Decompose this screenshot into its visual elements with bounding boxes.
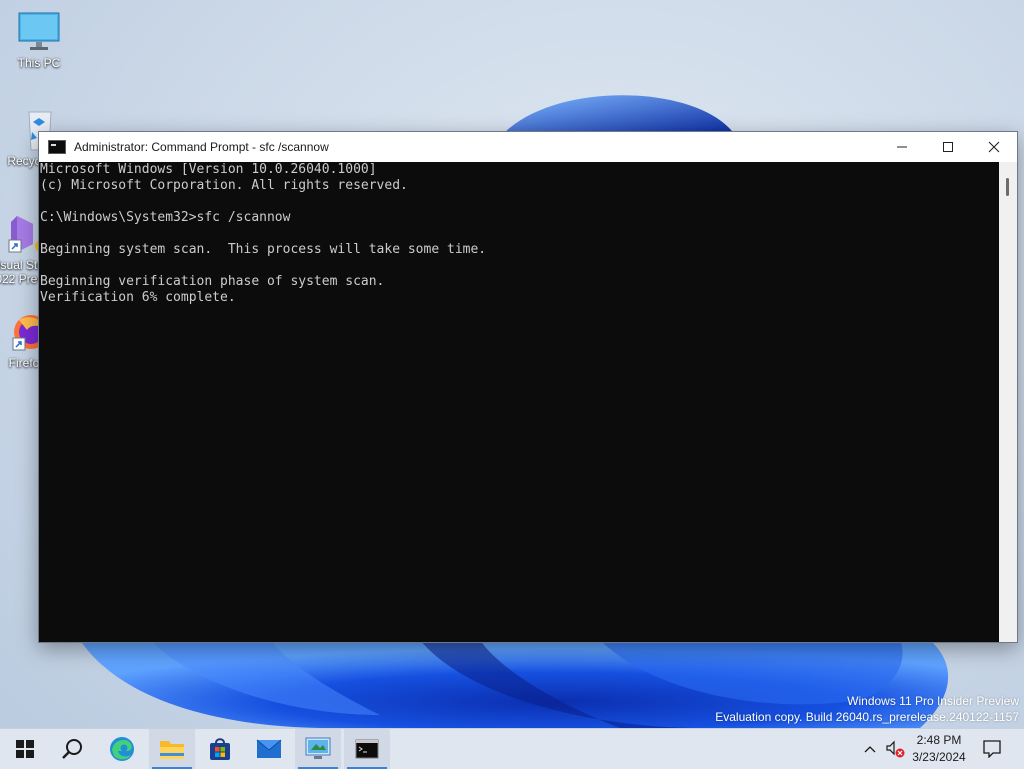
notification-icon <box>983 740 1001 758</box>
command-prompt-icon <box>48 140 66 154</box>
console-line: Beginning system scan. This process will… <box>40 242 487 257</box>
system-clock[interactable]: 2:48 PM 3/23/2024 <box>905 732 973 766</box>
console-line: Verification 6% complete. <box>40 290 236 305</box>
edge-icon <box>110 737 134 761</box>
search-icon <box>62 739 82 759</box>
minimize-icon <box>897 146 907 148</box>
show-hidden-icons-button[interactable] <box>860 729 880 769</box>
watermark-line-1: Windows 11 Pro Insider Preview <box>847 694 1019 708</box>
taskbar: 2:48 PM 3/23/2024 <box>0 728 1024 769</box>
control-panel-icon <box>305 737 331 759</box>
console-output[interactable]: Microsoft Windows [Version 10.0.26040.10… <box>39 162 999 642</box>
maximize-icon <box>943 142 953 152</box>
start-icon <box>16 740 34 758</box>
taskbar-edge[interactable] <box>99 729 145 769</box>
close-icon <box>988 141 1000 153</box>
chevron-up-icon <box>864 746 876 753</box>
start-button[interactable] <box>2 729 48 769</box>
taskbar-control-panel[interactable] <box>295 729 341 769</box>
taskbar-store[interactable] <box>197 729 243 769</box>
console-line: C:\Windows\System32>sfc /scannow <box>40 210 291 225</box>
monitor-icon <box>18 12 60 50</box>
scrollbar-thumb[interactable] <box>1006 178 1009 196</box>
title-bar[interactable]: Administrator: Command Prompt - sfc /sca… <box>39 132 1017 162</box>
volume-muted-icon <box>886 740 905 758</box>
store-icon <box>210 738 230 760</box>
close-button[interactable] <box>971 132 1017 162</box>
notifications-button[interactable] <box>978 729 1006 769</box>
taskbar-mail[interactable] <box>246 729 292 769</box>
evaluation-watermark: Windows 11 Pro Insider Preview Evaluatio… <box>715 693 1019 725</box>
vertical-scrollbar[interactable] <box>999 162 1017 642</box>
mail-icon <box>256 739 282 758</box>
minimize-button[interactable] <box>879 132 925 162</box>
watermark-line-2: Evaluation copy. Build 26040.rs_prerelea… <box>715 710 1019 724</box>
maximize-button[interactable] <box>925 132 971 162</box>
file-explorer-icon <box>160 741 184 759</box>
taskbar-file-explorer[interactable] <box>149 729 195 769</box>
window-title: Administrator: Command Prompt - sfc /sca… <box>74 140 329 154</box>
desktop-icon-label: This PC <box>17 56 61 70</box>
console-line: Microsoft Windows [Version 10.0.26040.10… <box>40 162 377 177</box>
taskbar-command-prompt[interactable] <box>344 729 390 769</box>
search-button[interactable] <box>49 729 95 769</box>
command-prompt-window[interactable]: Administrator: Command Prompt - sfc /sca… <box>38 131 1018 643</box>
clock-time: 2:48 PM <box>916 733 962 747</box>
command-prompt-icon <box>355 739 379 759</box>
volume-button[interactable] <box>884 729 906 769</box>
desktop-icon-this-pc[interactable]: This PC <box>2 12 76 70</box>
console-line: Beginning verification phase of system s… <box>40 274 385 289</box>
console-line: (c) Microsoft Corporation. All rights re… <box>40 178 408 193</box>
clock-date: 3/23/2024 <box>912 750 966 764</box>
